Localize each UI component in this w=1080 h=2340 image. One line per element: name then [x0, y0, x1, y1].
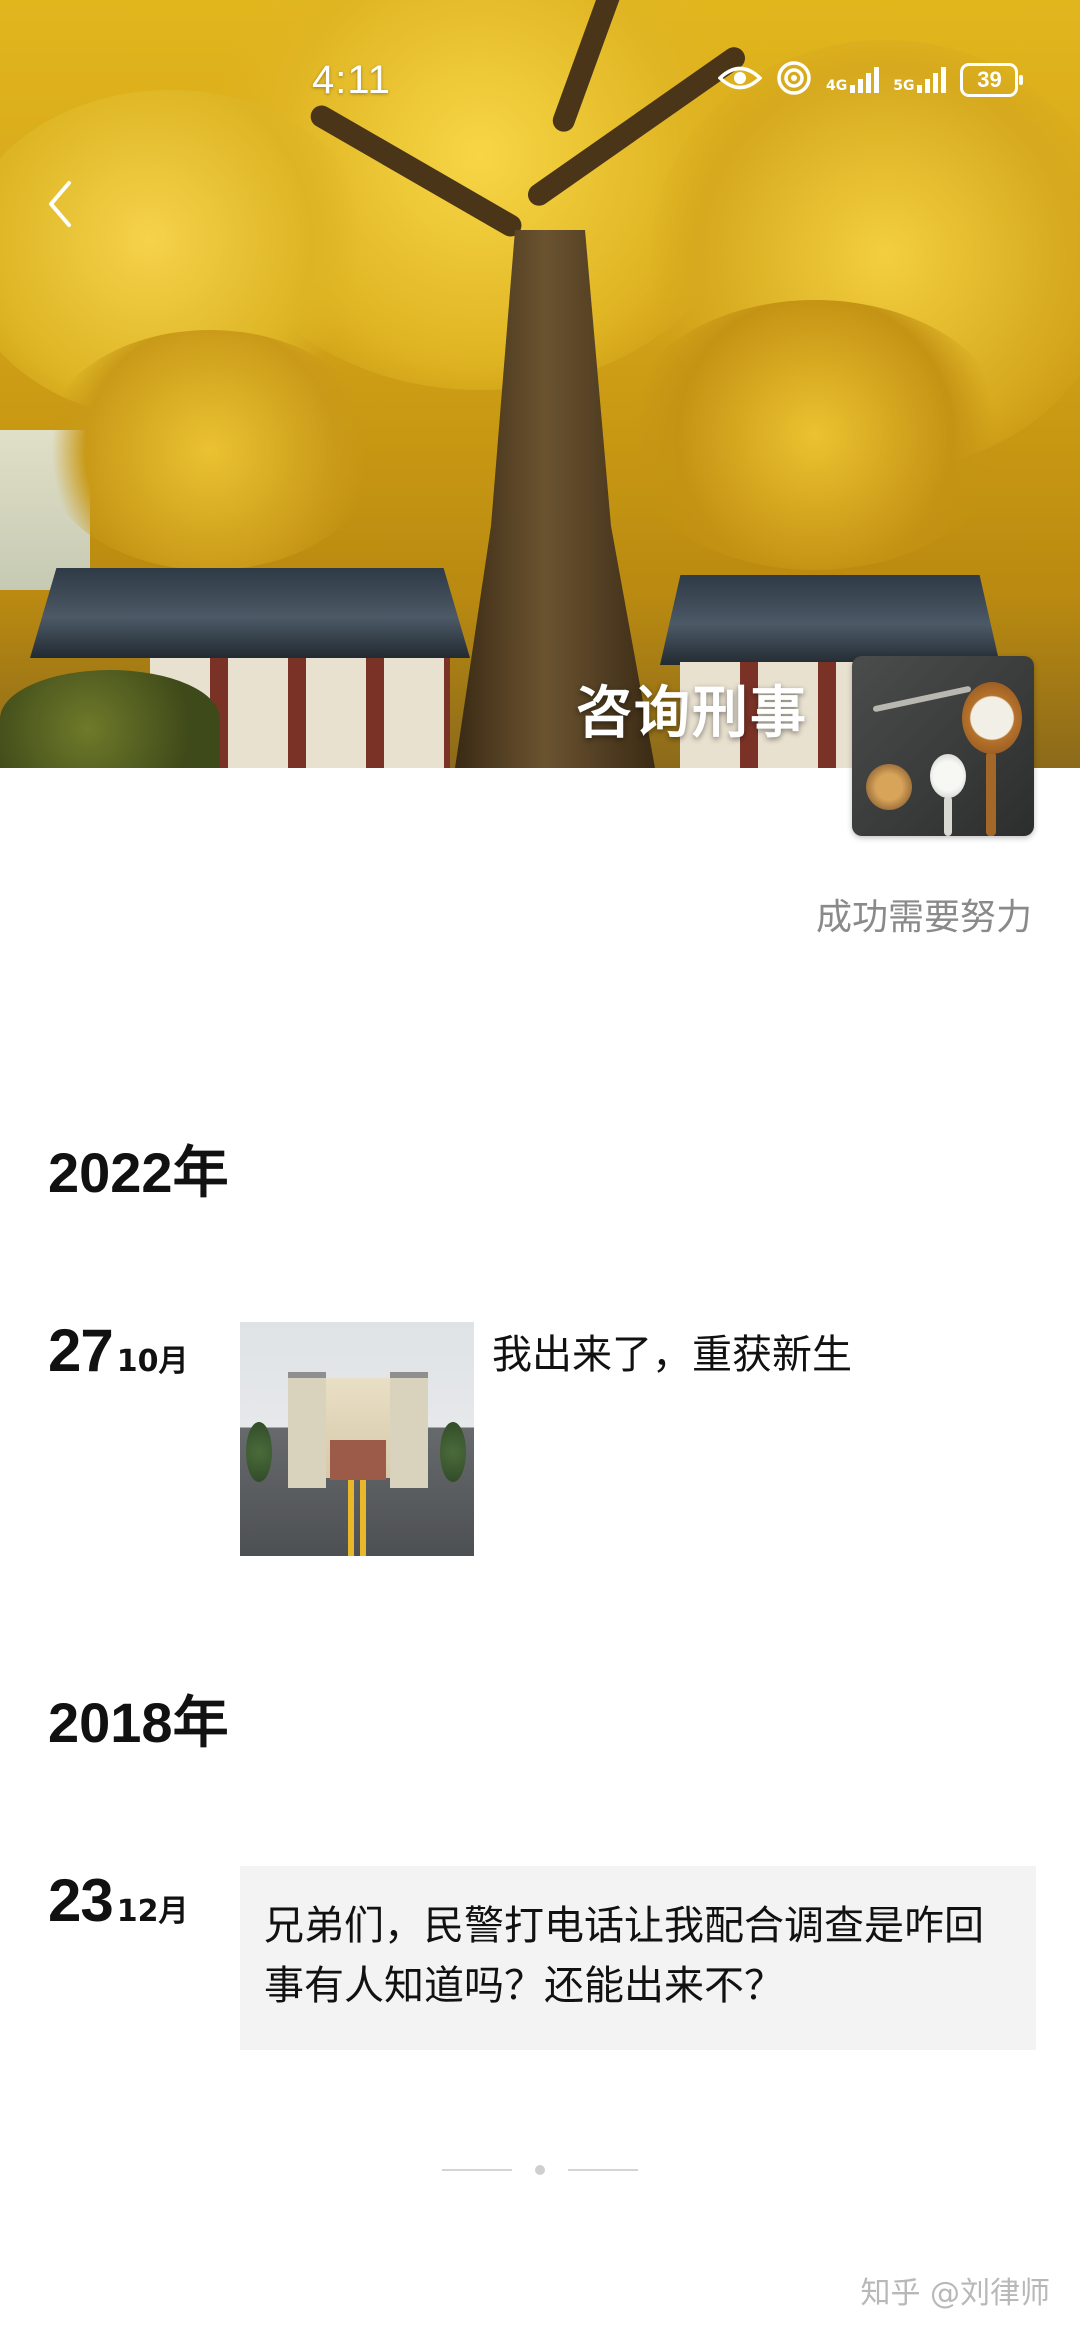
post-month: 10月 [116, 1344, 189, 1379]
spoon-handle [944, 796, 952, 836]
cover-image[interactable] [0, 0, 1080, 768]
signal-4g-icon: 4G [826, 67, 880, 94]
post-date: 23 12月 [48, 1866, 189, 1935]
signal-5g-icon: 5G [893, 67, 947, 94]
dot [535, 2165, 545, 2175]
spoon-handle [986, 752, 996, 836]
battery-icon: 39 [960, 63, 1024, 97]
temple-roof [30, 568, 470, 658]
chevron-left-icon [45, 179, 75, 233]
post-image-thumbnail[interactable] [240, 1322, 474, 1556]
status-icons: 4G 5G 39 [717, 56, 1024, 104]
spoon [962, 682, 1022, 754]
gate-tower [288, 1372, 326, 1488]
ginkgo-foliage [40, 330, 380, 570]
post-day: 23 [48, 1867, 114, 1934]
avatar[interactable] [852, 656, 1034, 836]
year-heading: 2022年 [48, 1141, 229, 1204]
battery-level: 39 [977, 67, 1002, 92]
divider [442, 2169, 512, 2171]
divider [568, 2169, 638, 2171]
eye-icon [717, 63, 763, 97]
hotspot-icon [776, 60, 812, 100]
status-bar: 4:11 4G 5G 39 [0, 50, 1080, 110]
year-heading: 2018年 [48, 1691, 229, 1754]
end-of-list-indicator [442, 2160, 638, 2180]
shrub [0, 670, 220, 768]
post-date: 27 10月 [48, 1316, 189, 1385]
temple-roof [660, 575, 1000, 665]
post-text[interactable]: 我出来了，重获新生 [492, 1322, 852, 1380]
back-button[interactable] [30, 176, 90, 236]
gate-door [330, 1440, 386, 1480]
ginkgo-foliage [620, 300, 1010, 570]
clock-time: 4:11 [312, 58, 391, 102]
post-text: 兄弟们，民警打电话让我配合调查是咋回事有人知道吗？还能出来不？ [264, 1903, 984, 2009]
signal-5g-label: 5G [893, 78, 915, 94]
spoon [930, 754, 966, 798]
signal-4g-label: 4G [826, 78, 848, 94]
watermark: 知乎 @刘律师 [860, 2276, 1050, 2311]
text-post-card[interactable]: 兄弟们，民警打电话让我配合调查是咋回事有人知道吗？还能出来不？ [240, 1866, 1036, 2050]
post-month: 12月 [116, 1894, 189, 1929]
tree [440, 1422, 466, 1482]
profile-name: 咨询刑事 [576, 681, 808, 746]
spoon [866, 764, 912, 810]
post-day: 27 [48, 1317, 114, 1384]
profile-signature: 成功需要努力 [815, 897, 1032, 938]
road-marking [348, 1480, 366, 1556]
spoon-handle [872, 685, 972, 713]
gate-tower [390, 1372, 428, 1488]
tree [246, 1422, 272, 1482]
